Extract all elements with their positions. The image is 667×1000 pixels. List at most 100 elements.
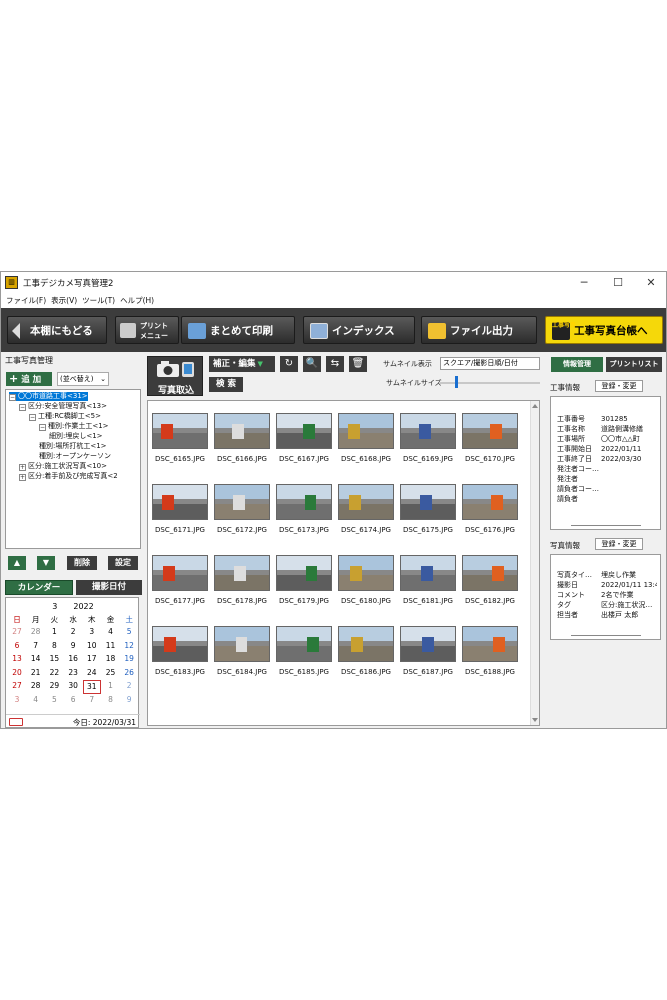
- calendar-day[interactable]: 9: [64, 640, 82, 652]
- photo-thumbnail[interactable]: DSC_6175.JPG: [397, 484, 459, 539]
- calendar-day[interactable]: 1: [102, 680, 120, 692]
- calendar-day[interactable]: 20: [8, 667, 26, 679]
- calendar-day[interactable]: 10: [83, 640, 101, 652]
- photo-thumbnail[interactable]: DSC_6169.JPG: [397, 413, 459, 468]
- calendar-day[interactable]: 31: [82, 680, 101, 694]
- tab-print-list[interactable]: プリントリスト: [606, 357, 662, 372]
- calendar-day[interactable]: 4: [27, 694, 45, 706]
- maximize-button[interactable]: ☐: [605, 273, 631, 293]
- rotate-icon[interactable]: ↻: [280, 356, 298, 372]
- bulk-print-button[interactable]: まとめて印刷: [181, 316, 295, 344]
- photo-thumbnail[interactable]: DSC_6174.JPG: [335, 484, 397, 539]
- menu-view[interactable]: 表示(V): [51, 294, 77, 308]
- photo-thumbnail[interactable]: DSC_6184.JPG: [211, 626, 273, 681]
- photo-thumbnail[interactable]: DSC_6180.JPG: [335, 555, 397, 610]
- photo-thumbnail[interactable]: DSC_6181.JPG: [397, 555, 459, 610]
- calendar-day[interactable]: 25: [102, 667, 120, 679]
- calendar-day[interactable]: 28: [27, 680, 45, 692]
- close-button[interactable]: ✕: [638, 273, 664, 293]
- import-photos-button[interactable]: 写真取込: [147, 356, 203, 396]
- edit-correct-button[interactable]: 補正・編集 ▼: [209, 356, 275, 372]
- print-menu-button[interactable]: プリント メニュー: [115, 316, 179, 344]
- expand-icon[interactable]: +: [19, 474, 26, 481]
- work-info-register-button[interactable]: 登録・変更: [595, 380, 643, 392]
- photo-thumbnail[interactable]: DSC_6188.JPG: [459, 626, 521, 681]
- calendar-day[interactable]: 7: [83, 694, 101, 706]
- collapse-icon[interactable]: −: [39, 424, 46, 431]
- calendar-day[interactable]: 13: [8, 653, 26, 665]
- photo-thumbnail[interactable]: DSC_6176.JPG: [459, 484, 521, 539]
- calendar-day[interactable]: 15: [45, 653, 63, 665]
- photo-thumbnail[interactable]: DSC_6172.JPG: [211, 484, 273, 539]
- index-button[interactable]: インデックス: [303, 316, 415, 344]
- collapse-icon[interactable]: −: [19, 404, 26, 411]
- calendar-day[interactable]: 22: [45, 667, 63, 679]
- slider-handle[interactable]: [455, 376, 458, 388]
- shoot-date-tab[interactable]: 撮影日付: [76, 580, 142, 595]
- calendar-day[interactable]: 14: [27, 653, 45, 665]
- collapse-icon[interactable]: −: [29, 414, 36, 421]
- tree-node[interactable]: − 〇〇市道路工事<31>: [9, 392, 88, 401]
- calendar-day[interactable]: 7: [27, 640, 45, 652]
- settings-button[interactable]: 設定: [108, 556, 138, 570]
- menu-tools[interactable]: ツール(T): [82, 294, 115, 308]
- calendar-day[interactable]: 23: [64, 667, 82, 679]
- photo-thumbnail[interactable]: DSC_6165.JPG: [149, 413, 211, 468]
- photo-thumbnail[interactable]: DSC_6168.JPG: [335, 413, 397, 468]
- tree-node[interactable]: 細別:埋戻し<1>: [49, 432, 103, 441]
- photo-ledger-button[interactable]: 工事写真工事写真台帳へ: [545, 316, 663, 344]
- calendar-day[interactable]: 26: [120, 667, 138, 679]
- trash-icon[interactable]: 🗑: [349, 356, 367, 372]
- scroll-up-icon[interactable]: [532, 404, 538, 408]
- minimize-button[interactable]: ─: [571, 273, 597, 293]
- photo-thumbnail[interactable]: DSC_6178.JPG: [211, 555, 273, 610]
- add-button[interactable]: + 追 加: [6, 372, 52, 386]
- photo-thumbnail[interactable]: DSC_6187.JPG: [397, 626, 459, 681]
- menu-file[interactable]: ファイル(F): [6, 294, 46, 308]
- file-output-button[interactable]: ファイル出力: [421, 316, 537, 344]
- today-row[interactable]: 今日: 2022/03/31: [6, 714, 140, 728]
- sort-select[interactable]: (並べ替え) ⌄: [57, 372, 109, 386]
- calendar-day[interactable]: 17: [83, 653, 101, 665]
- menu-help[interactable]: ヘルプ(H): [120, 294, 154, 308]
- calendar-day[interactable]: 8: [102, 694, 120, 706]
- calendar-day[interactable]: 6: [8, 640, 26, 652]
- thumbnail-mode-select[interactable]: スクエア/撮影日順/日付: [440, 357, 540, 370]
- calendar-day[interactable]: 16: [64, 653, 82, 665]
- calendar-day[interactable]: 2: [120, 680, 138, 692]
- photo-thumbnail[interactable]: DSC_6183.JPG: [149, 626, 211, 681]
- calendar-day[interactable]: 29: [45, 680, 63, 692]
- calendar-day[interactable]: 9: [120, 694, 138, 706]
- photo-thumbnail[interactable]: DSC_6173.JPG: [273, 484, 335, 539]
- expand-icon[interactable]: +: [19, 464, 26, 471]
- tree-node[interactable]: − 種別:作業土工<1>: [39, 422, 109, 431]
- tree-node[interactable]: 種別:場所打杭工<1>: [39, 442, 107, 451]
- calendar-day[interactable]: 3: [83, 626, 101, 638]
- calendar-day[interactable]: 21: [27, 667, 45, 679]
- calendar-day[interactable]: 8: [45, 640, 63, 652]
- calendar-day[interactable]: 27: [8, 680, 26, 692]
- calendar-day[interactable]: 11: [102, 640, 120, 652]
- delete-button[interactable]: 削除: [67, 556, 97, 570]
- vertical-scrollbar[interactable]: [530, 401, 539, 725]
- calendar-day[interactable]: 5: [120, 626, 138, 638]
- calendar-day[interactable]: 28: [27, 626, 45, 638]
- photo-thumbnail[interactable]: DSC_6171.JPG: [149, 484, 211, 539]
- photo-info-register-button[interactable]: 登録・変更: [595, 538, 643, 550]
- photo-thumbnail[interactable]: DSC_6179.JPG: [273, 555, 335, 610]
- photo-thumbnail[interactable]: DSC_6166.JPG: [211, 413, 273, 468]
- photo-thumbnail[interactable]: DSC_6186.JPG: [335, 626, 397, 681]
- calendar-day[interactable]: 18: [102, 653, 120, 665]
- photo-thumbnail[interactable]: DSC_6182.JPG: [459, 555, 521, 610]
- collapse-icon[interactable]: −: [9, 394, 16, 401]
- swap-icon[interactable]: ⇆: [326, 356, 344, 372]
- photo-thumbnail[interactable]: DSC_6185.JPG: [273, 626, 335, 681]
- tree-node[interactable]: 種別:オープンケーソン: [39, 452, 111, 461]
- calendar-day[interactable]: 6: [64, 694, 82, 706]
- back-to-shelf-button[interactable]: 本棚にもどる: [7, 316, 107, 344]
- tree-node[interactable]: − 工種:RC橋脚工<5>: [29, 412, 101, 421]
- calendar-day[interactable]: 1: [45, 626, 63, 638]
- calendar-tab[interactable]: カレンダー: [5, 580, 73, 595]
- calendar-day[interactable]: 4: [102, 626, 120, 638]
- move-down-button[interactable]: ▼: [37, 556, 55, 570]
